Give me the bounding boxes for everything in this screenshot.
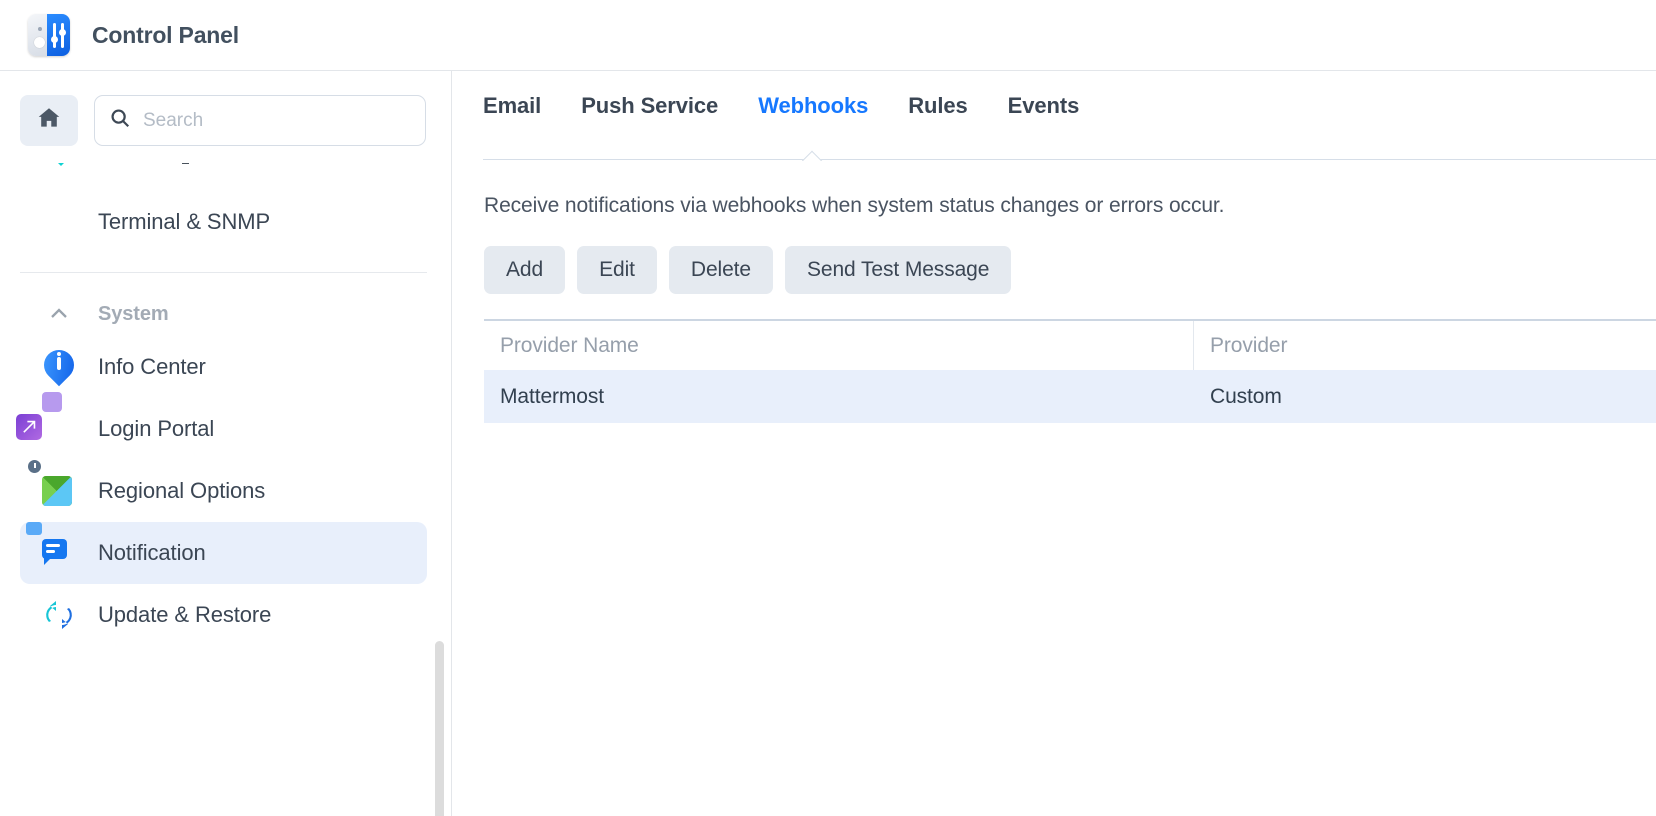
sidebar-item-label: Login Portal	[98, 416, 215, 441]
tab-push-service[interactable]: Push Service	[561, 93, 738, 119]
control-panel-window: Control Panel Search >_ Terminal & SNMP …	[0, 0, 1656, 816]
home-button[interactable]	[20, 95, 78, 146]
delete-button[interactable]: Delete	[668, 246, 773, 294]
search-box[interactable]	[94, 95, 426, 146]
title-bar: Control Panel	[0, 0, 1656, 71]
sidebar-item-notification[interactable]: Notification	[20, 522, 427, 584]
notification-icon	[26, 522, 76, 570]
main-content: Email Push Service Webhooks Rules Events…	[453, 71, 1656, 816]
sidebar-item-label: Info Center	[98, 354, 206, 379]
column-header-provider-name[interactable]: Provider Name	[484, 321, 1194, 370]
tab-rules[interactable]: Rules	[888, 93, 987, 119]
chevron-down-teal-icon	[48, 163, 74, 166]
sidebar-item-info-center[interactable]: Info Center	[20, 336, 427, 398]
search-icon	[109, 107, 131, 134]
sidebar-scrollbar[interactable]	[435, 163, 444, 816]
tab-webhooks[interactable]: Webhooks	[738, 93, 888, 119]
window-title: Control Panel	[92, 21, 239, 48]
sidebar-scrollbar-thumb[interactable]	[435, 641, 444, 816]
sidebar-item-label: Update & Restore	[98, 602, 272, 627]
sidebar-item-partial-above[interactable]	[0, 163, 451, 191]
sidebar: >_ Terminal & SNMP System	[0, 71, 452, 816]
webhooks-table: Provider Name Provider Mattermost Custom	[484, 319, 1656, 423]
cell-provider-name: Mattermost	[500, 384, 605, 408]
sidebar-item-login-portal[interactable]: Login Portal	[16, 392, 427, 460]
home-icon	[36, 105, 62, 136]
update-restore-icon	[42, 598, 76, 632]
sidebar-item-regional-options[interactable]: Regional Options	[20, 458, 427, 522]
page-description: Receive notifications via webhooks when …	[484, 194, 1225, 217]
regional-options-icon	[26, 458, 76, 508]
action-button-row: Add Edit Delete Send Test Message	[484, 246, 1012, 294]
login-portal-icon	[16, 392, 76, 446]
sidebar-item-label: Notification	[98, 540, 206, 565]
tab-bar: Email Push Service Webhooks Rules Events	[453, 71, 1656, 141]
sidebar-divider	[20, 272, 427, 273]
search-input[interactable]	[143, 109, 411, 132]
chevron-up-icon	[42, 297, 76, 331]
sidebar-item-terminal-snmp[interactable]: >_ Terminal & SNMP	[20, 191, 427, 253]
info-center-icon	[37, 343, 81, 387]
sidebar-group-label: System	[98, 302, 169, 325]
sidebar-item-label: Terminal & SNMP	[98, 209, 271, 234]
active-tab-indicator	[802, 150, 824, 161]
clipped-text-fragment	[182, 163, 189, 164]
add-button[interactable]: Add	[484, 246, 566, 294]
send-test-message-button[interactable]: Send Test Message	[784, 246, 1012, 294]
table-row[interactable]: Mattermost Custom	[484, 370, 1656, 423]
column-header-provider[interactable]: Provider	[1194, 321, 1656, 370]
edit-button[interactable]: Edit	[577, 246, 657, 294]
sidebar-item-label: Regional Options	[98, 478, 266, 503]
table-header-row: Provider Name Provider	[484, 319, 1656, 370]
cell-provider: Custom	[1210, 384, 1282, 408]
sidebar-item-update-restore[interactable]: Update & Restore	[20, 584, 427, 646]
tab-underline	[483, 159, 1656, 160]
sidebar-group-system[interactable]: System	[20, 292, 427, 336]
control-panel-icon	[28, 14, 70, 56]
sidebar-nav-scroll-area: >_ Terminal & SNMP System Info Center Lo…	[0, 163, 451, 816]
tab-email[interactable]: Email	[483, 93, 561, 119]
terminal-icon: >_	[47, 213, 64, 229]
tab-events[interactable]: Events	[988, 93, 1100, 119]
sidebar-search-row	[0, 71, 451, 146]
